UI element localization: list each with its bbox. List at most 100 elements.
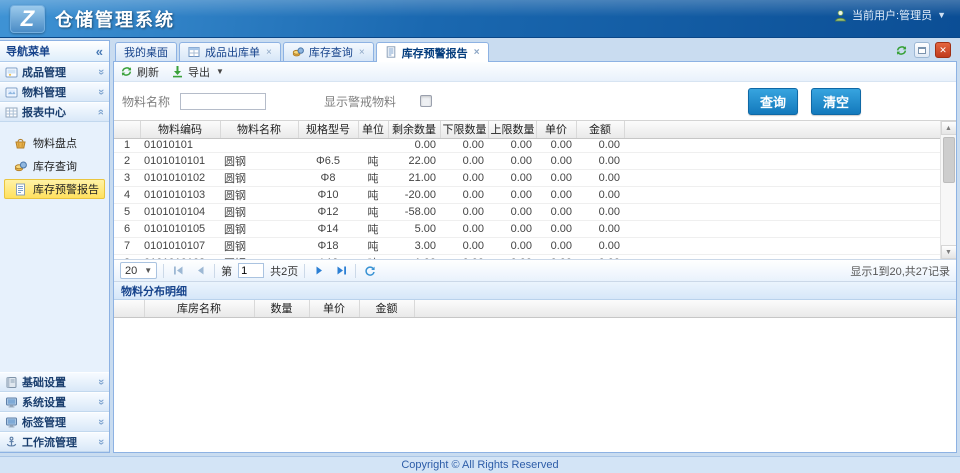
page-prefix: 第 (221, 263, 232, 279)
row-number-cell: 1 (114, 138, 140, 152)
page-number-input[interactable] (238, 263, 264, 278)
tab-close-icon[interactable]: × (359, 47, 365, 58)
column-header[interactable]: 规格型号 (298, 121, 358, 138)
row-number-header[interactable] (114, 300, 144, 317)
table-row[interactable]: 20101010101圆钢Φ6.5吨22.000.000.000.000.00 (114, 152, 940, 169)
cell: 圆钢 (220, 152, 298, 169)
table-row[interactable]: 30101010102圆钢Φ8吨21.000.000.000.000.00 (114, 169, 940, 186)
cell (298, 138, 358, 152)
footer: Copyright © All Rights Reserved (0, 456, 960, 473)
material-name-input[interactable] (180, 93, 266, 110)
sidebar: 导航菜单 « 成品管理 » 物料管理 » (0, 40, 110, 453)
column-header[interactable]: 剩余数量 (388, 121, 440, 138)
sidebar-item-material-count[interactable]: 物料盘点 (4, 133, 105, 153)
scroll-up-icon[interactable]: ▲ (941, 121, 957, 135)
sidebar-group-system-settings[interactable]: 系统设置 » (0, 392, 109, 412)
column-header[interactable]: 金额 (576, 121, 624, 138)
sidebar-group-basic-settings[interactable]: 基础设置 » (0, 372, 109, 392)
cell: 0.00 (440, 203, 488, 220)
scrollbar-thumb[interactable] (943, 137, 955, 183)
export-button[interactable]: 导出 ▼ (171, 64, 224, 80)
pager-refresh-icon[interactable] (362, 263, 378, 279)
cell: 0101010107 (140, 237, 220, 254)
refresh-button[interactable]: 刷新 (120, 64, 159, 80)
column-header[interactable]: 数量 (254, 300, 309, 317)
tabbar-refresh-icon[interactable] (893, 42, 909, 58)
material-icon (5, 86, 18, 99)
prev-page-icon[interactable] (192, 263, 208, 279)
sidebar-item-inventory-query[interactable]: 库存查询 (4, 156, 105, 176)
tab-close-icon[interactable]: × (474, 47, 480, 58)
cell: 0.00 (576, 138, 624, 152)
inventory-grid: 物料编码 物料名称 规格型号 单位 剩余数量 下限数量 上限数量 单价 金额 (114, 120, 956, 259)
column-header[interactable]: 库房名称 (144, 300, 254, 317)
chevron-down-icon: » (96, 399, 106, 405)
column-header[interactable]: 金额 (359, 300, 414, 317)
book-icon (5, 376, 18, 389)
query-button[interactable]: 查询 (748, 88, 798, 115)
user-menu[interactable]: 当前用户:管理员 ▼ (834, 7, 946, 23)
column-header[interactable]: 物料编码 (140, 121, 220, 138)
first-page-icon[interactable] (170, 263, 186, 279)
product-icon (5, 66, 18, 79)
cell-filler (624, 237, 940, 254)
cell: 圆钢 (220, 220, 298, 237)
next-page-icon[interactable] (311, 263, 327, 279)
coins-icon (14, 160, 27, 173)
last-page-icon[interactable] (333, 263, 349, 279)
cell: 吨 (358, 237, 388, 254)
cell: Φ14 (298, 220, 358, 237)
tab-inventory-warning-report[interactable]: 库存预警报告 × (376, 42, 489, 62)
cell: 0.00 (440, 152, 488, 169)
column-header[interactable]: 下限数量 (440, 121, 488, 138)
sidebar-collapse-icon[interactable]: « (96, 46, 103, 57)
sidebar-group-label-management[interactable]: 标签管理 » (0, 412, 109, 432)
column-header[interactable]: 单位 (358, 121, 388, 138)
sidebar-group-material[interactable]: 物料管理 » (0, 82, 109, 102)
maximize-icon[interactable] (914, 42, 930, 58)
cell: 圆钢 (220, 186, 298, 203)
tab-bar: 我的桌面 成品出库单 × 库存查询 × (113, 40, 957, 62)
column-header[interactable]: 单价 (536, 121, 576, 138)
tab-my-desktop[interactable]: 我的桌面 (115, 42, 177, 61)
page-title: 仓储管理系统 (55, 6, 175, 32)
cell: 01010101 (140, 138, 220, 152)
table-row[interactable]: 80101010108圆钢Φ19吨1.000.000.000.000.00 (114, 254, 940, 259)
separator (214, 264, 215, 278)
table-row[interactable]: 50101010104圆钢Φ12吨-58.000.000.000.000.00 (114, 203, 940, 220)
clear-button[interactable]: 清空 (811, 88, 861, 115)
chevron-down-icon: ▼ (144, 266, 152, 275)
show-alert-checkbox[interactable] (420, 95, 432, 107)
sidebar-bottom-groups: 基础设置 » 系统设置 » 标签管理 » (0, 372, 109, 452)
page-size-select[interactable]: 20 ▼ (120, 262, 157, 279)
export-dropdown-icon[interactable]: ▼ (216, 67, 224, 76)
sidebar-group-workflow[interactable]: 工作流管理 » (0, 432, 109, 452)
vertical-scrollbar[interactable]: ▲ ▼ (940, 121, 956, 259)
column-header[interactable]: 物料名称 (220, 121, 298, 138)
table-row[interactable]: 40101010103圆钢Φ10吨-20.000.000.000.000.00 (114, 186, 940, 203)
tab-close-icon[interactable]: × (266, 47, 272, 58)
table-row[interactable]: 1010101010.000.000.000.000.00 (114, 138, 940, 152)
filter-form: 物料名称 显示警戒物料 查询 清空 (114, 82, 956, 120)
tab-inventory-query[interactable]: 库存查询 × (283, 42, 374, 61)
report-table-icon (5, 106, 18, 119)
sidebar-group-report-center[interactable]: 报表中心 » (0, 102, 109, 122)
sidebar-group-label: 工作流管理 (22, 434, 77, 450)
sidebar-group-finished-product[interactable]: 成品管理 » (0, 62, 109, 82)
close-icon[interactable]: ✕ (935, 42, 951, 58)
table-row[interactable]: 60101010105圆钢Φ14吨5.000.000.000.000.00 (114, 220, 940, 237)
chevron-down-icon: » (96, 379, 106, 385)
row-number-cell: 8 (114, 254, 140, 259)
table-row[interactable]: 70101010107圆钢Φ18吨3.000.000.000.000.00 (114, 237, 940, 254)
tab-label: 库存查询 (309, 44, 353, 60)
table-icon (188, 46, 201, 59)
cell: 3.00 (388, 237, 440, 254)
scroll-down-icon[interactable]: ▼ (941, 245, 957, 259)
row-number-header[interactable] (114, 121, 140, 138)
sidebar-item-inventory-warning-report[interactable]: 库存预警报告 (4, 179, 105, 199)
column-header[interactable]: 上限数量 (488, 121, 536, 138)
cell: 0.00 (536, 220, 576, 237)
column-header[interactable]: 单价 (309, 300, 359, 317)
tab-finished-outbound-order[interactable]: 成品出库单 × (179, 42, 281, 61)
cell: 0101010102 (140, 169, 220, 186)
